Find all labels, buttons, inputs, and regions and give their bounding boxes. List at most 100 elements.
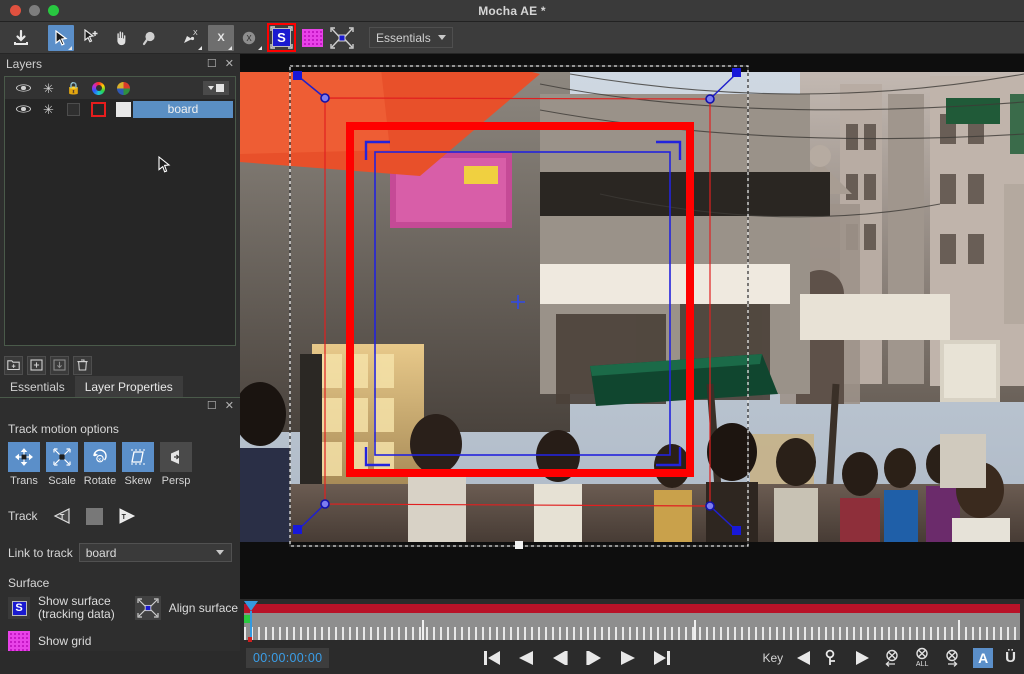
option-label: Persp xyxy=(161,475,191,487)
table-row[interactable]: ✳ board xyxy=(5,99,235,119)
left-panel-column: Layers ☐ ✕ ✳ 🔒 ✳ board Essentials Layer … xyxy=(0,54,240,651)
out-point-marker[interactable] xyxy=(248,637,252,642)
xspline-tool[interactable]: X xyxy=(208,24,234,51)
layer-lock-toggle[interactable] xyxy=(61,102,86,116)
layers-footer-toolbar xyxy=(0,354,240,376)
auto-key-button[interactable]: A xyxy=(973,647,994,668)
track-motion-title: Track motion options xyxy=(8,422,119,436)
translate-icon[interactable] xyxy=(8,442,40,472)
layer-outline-color[interactable] xyxy=(86,101,111,117)
align-surface-tool[interactable] xyxy=(329,25,355,51)
show-grid-icon[interactable] xyxy=(8,631,30,651)
show-surface-label-line2: (tracking data) xyxy=(38,607,115,621)
timecode-display[interactable]: 00:00:00:00 xyxy=(246,647,330,668)
export-icon[interactable] xyxy=(8,25,34,51)
track-stop-icon[interactable] xyxy=(85,507,103,525)
add-keyframe-button[interactable] xyxy=(825,649,841,667)
delete-keys-after-button[interactable] xyxy=(943,649,961,667)
clip-range-bar[interactable] xyxy=(244,604,1020,613)
transport-controls xyxy=(482,649,672,667)
title-bar: Mocha AE * xyxy=(0,0,1024,22)
layer-settings-toggle[interactable]: ✳ xyxy=(36,103,61,116)
grid-glyph xyxy=(8,631,30,651)
add-layer-icon[interactable] xyxy=(27,355,46,375)
svg-text:X: X xyxy=(193,30,198,37)
option-skew[interactable]: Skew xyxy=(122,442,154,487)
pen-tool[interactable]: X xyxy=(178,25,204,51)
rotate-icon[interactable]: x xyxy=(84,442,116,472)
show-surface-tool[interactable]: S xyxy=(270,26,293,49)
layers-list: ✳ 🔒 ✳ board xyxy=(4,76,236,346)
add-point-tool[interactable] xyxy=(78,25,104,51)
gear-icon: ✳ xyxy=(43,80,54,96)
close-panel-icon[interactable]: ✕ xyxy=(225,400,234,412)
new-folder-icon[interactable] xyxy=(4,355,23,375)
key-label: Key xyxy=(762,650,784,665)
show-grid-label: Show grid xyxy=(38,633,92,648)
transport-bar: 00:00:00:00 Key ALL A Ü xyxy=(240,641,1024,674)
playhead-handle[interactable] xyxy=(244,601,258,611)
bezier-tool[interactable]: X xyxy=(238,25,264,51)
float-panel-icon[interactable]: ☐ xyxy=(207,58,217,70)
play-backward-button[interactable] xyxy=(516,649,536,667)
float-panel-icon[interactable]: ☐ xyxy=(207,400,217,412)
skew-icon[interactable] xyxy=(122,442,154,472)
track-controls: Track T T xyxy=(0,507,240,525)
prev-keyframe-button[interactable] xyxy=(795,649,813,667)
link-to-track-dropdown[interactable]: board xyxy=(78,543,232,562)
pan-tool[interactable] xyxy=(108,25,134,51)
show-grid-tool[interactable] xyxy=(299,25,325,51)
delete-all-keys-label: ALL xyxy=(915,661,929,668)
tool-submenu-corner xyxy=(198,45,202,50)
perspective-icon[interactable] xyxy=(160,442,192,472)
layers-options-menu[interactable] xyxy=(203,81,229,95)
delete-layer-icon[interactable] xyxy=(73,355,92,375)
svg-text:T: T xyxy=(121,514,126,521)
zoom-tool[interactable] xyxy=(138,25,164,51)
show-surface-label-line1: Show surface xyxy=(38,594,111,608)
align-surface-label: Align surface xyxy=(168,600,239,615)
tool-submenu-corner xyxy=(68,45,72,50)
track-forwards-icon[interactable]: T xyxy=(117,507,137,525)
delete-keys-before-button[interactable] xyxy=(883,649,901,667)
play-forward-button[interactable] xyxy=(618,649,638,667)
go-to-end-button[interactable] xyxy=(652,649,672,667)
align-surface-icon[interactable] xyxy=(134,596,161,620)
in-point-marker[interactable] xyxy=(244,615,250,623)
color-pie-icon xyxy=(111,81,136,95)
show-surface-tool-highlight: S xyxy=(267,23,296,52)
go-to-start-button[interactable] xyxy=(482,649,502,667)
option-rotate[interactable]: x Rotate xyxy=(84,442,116,487)
timeline-ruler[interactable] xyxy=(244,613,1020,640)
import-layer-icon[interactable] xyxy=(50,355,69,375)
option-trans[interactable]: Trans xyxy=(8,442,40,487)
u-button[interactable]: Ü xyxy=(1005,649,1016,666)
layers-panel-header: Layers ☐ ✕ xyxy=(0,54,240,74)
layer-visibility-toggle[interactable] xyxy=(11,104,36,114)
panel-tabs: Essentials Layer Properties xyxy=(0,376,240,398)
timeline-area: 00:00:00:00 Key ALL A Ü xyxy=(240,599,1024,674)
show-surface-icon[interactable]: S xyxy=(8,597,30,619)
keyframe-controls: Key ALL A Ü xyxy=(762,647,1016,668)
step-forward-button[interactable] xyxy=(584,649,604,667)
track-backwards-icon[interactable]: T xyxy=(52,507,72,525)
layer-name[interactable]: board xyxy=(133,100,233,118)
step-back-button[interactable] xyxy=(550,649,570,667)
option-persp[interactable]: Persp xyxy=(160,442,192,487)
color-ring-icon xyxy=(86,81,111,95)
chevron-down-icon xyxy=(437,35,446,40)
close-panel-icon[interactable]: ✕ xyxy=(225,58,234,70)
layers-panel-title: Layers xyxy=(6,57,43,71)
delete-all-keys-button[interactable]: ALL xyxy=(913,647,931,668)
main-toolbar: X X X S Essentials xyxy=(0,22,1024,54)
surface-row-2: Show grid xyxy=(0,631,240,651)
tab-essentials[interactable]: Essentials xyxy=(0,376,75,397)
video-viewport[interactable] xyxy=(240,54,1024,599)
workspace-dropdown[interactable]: Essentials xyxy=(369,27,453,48)
select-tool[interactable] xyxy=(48,24,74,51)
next-keyframe-button[interactable] xyxy=(853,649,871,667)
playhead[interactable] xyxy=(244,601,258,642)
tab-layer-properties[interactable]: Layer Properties xyxy=(74,376,183,397)
scale-icon[interactable] xyxy=(46,442,78,472)
option-scale[interactable]: Scale xyxy=(46,442,78,487)
